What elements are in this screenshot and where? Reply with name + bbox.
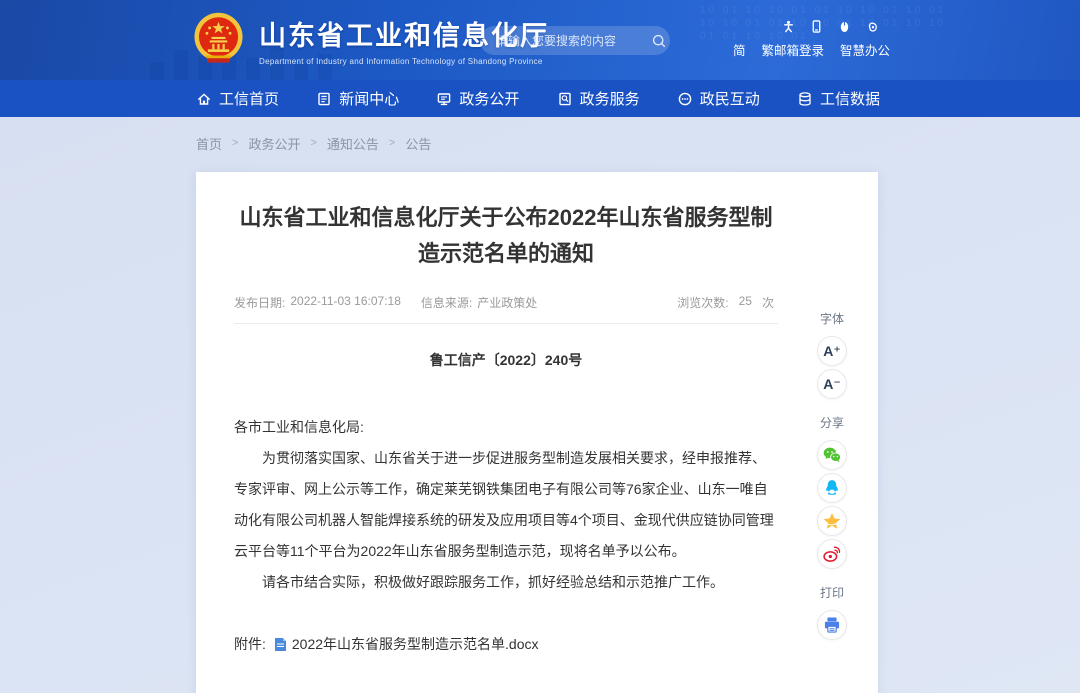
national-emblem-icon xyxy=(190,11,247,68)
breadcrumb-notices[interactable]: 通知公告 xyxy=(327,134,379,153)
source-value: 产业政策处 xyxy=(477,294,537,311)
weibo-icon xyxy=(822,544,842,564)
attachment-label: 附件: xyxy=(234,634,266,654)
share-label: 分享 xyxy=(820,414,844,431)
breadcrumb: 首页 > 政务公开 > 通知公告 > 公告 xyxy=(196,133,1080,153)
home-icon xyxy=(196,91,212,107)
nav-label: 工信数据 xyxy=(820,88,880,109)
nav-label: 工信首页 xyxy=(219,88,279,109)
breadcrumb-separator: > xyxy=(310,137,316,149)
service-icon xyxy=(557,91,573,107)
attachment-row: 附件: 2022年山东省服务型制造示范名单.docx xyxy=(234,634,778,654)
monitor-icon xyxy=(436,91,452,107)
share-weibo-button[interactable] xyxy=(817,539,847,569)
nav-item-interaction[interactable]: 政民互动 xyxy=(677,88,760,109)
nav-label: 政务公开 xyxy=(459,88,519,109)
header-utilities: 简 繁 邮箱登录 智慧办公 xyxy=(733,20,881,59)
lang-traditional[interactable]: 繁 xyxy=(762,40,775,59)
views-label: 浏览次数: xyxy=(677,294,728,311)
nav-label: 新闻中心 xyxy=(339,88,399,109)
news-icon xyxy=(316,91,332,107)
share-qzone-button[interactable] xyxy=(817,506,847,536)
hand-icon[interactable] xyxy=(866,20,879,33)
font-increase-button[interactable]: A⁺ xyxy=(817,336,847,366)
chat-icon xyxy=(677,91,693,107)
salutation: 各市工业和信息化局: xyxy=(234,412,778,443)
wechat-icon xyxy=(822,445,842,465)
nav-item-gov-disclosure[interactable]: 政务公开 xyxy=(436,88,519,109)
share-qq-button[interactable] xyxy=(817,473,847,503)
qq-icon xyxy=(822,478,842,498)
nav-item-home[interactable]: 工信首页 xyxy=(196,88,279,109)
breadcrumb-announcement[interactable]: 公告 xyxy=(405,134,431,153)
document-number: 鲁工信产〔2022〕240号 xyxy=(234,350,778,370)
article-title: 山东省工业和信息化厅关于公布2022年山东省服务型制造示范名单的通知 xyxy=(234,200,778,272)
divider xyxy=(234,323,778,324)
mouse-icon[interactable] xyxy=(838,20,851,33)
lang-simplified[interactable]: 简 xyxy=(733,40,746,59)
page: 10 01 10 10 01 01 10 10 01 10 01 10 10 0… xyxy=(0,0,1080,693)
search-input[interactable] xyxy=(496,34,651,48)
font-decrease-button[interactable]: A⁻ xyxy=(817,369,847,399)
publish-date-value: 2022-11-03 16:07:18 xyxy=(290,294,401,311)
nav-item-gov-services[interactable]: 政务服务 xyxy=(557,88,640,109)
accessibility-icon[interactable] xyxy=(782,20,795,33)
site-header: 10 01 10 10 01 01 10 10 01 10 01 10 10 0… xyxy=(0,0,1080,80)
nav-label: 政务服务 xyxy=(580,88,640,109)
mail-login-link[interactable]: 邮箱登录 xyxy=(774,40,824,59)
print-label: 打印 xyxy=(820,584,844,601)
tool-rail: 字体 A⁺ A⁻ 分享 xyxy=(800,310,864,643)
site-name-en: Department of Industry and Information T… xyxy=(259,57,549,66)
search-icon[interactable] xyxy=(651,33,667,49)
breadcrumb-separator: > xyxy=(389,137,395,149)
paragraph: 为贯彻落实国家、山东省关于进一步促进服务型制造发展相关要求，经申报推荐、专家评审… xyxy=(234,443,778,567)
nav-item-data[interactable]: 工信数据 xyxy=(797,88,880,109)
font-size-label: 字体 xyxy=(820,310,844,327)
print-button[interactable] xyxy=(817,610,847,640)
printer-icon xyxy=(822,615,842,635)
database-icon xyxy=(797,91,813,107)
mobile-icon[interactable] xyxy=(810,20,823,33)
attachment-link[interactable]: 2022年山东省服务型制造示范名单.docx xyxy=(292,634,539,654)
article-body: 各市工业和信息化局: 为贯彻落实国家、山东省关于进一步促进服务型制造发展相关要求… xyxy=(234,412,778,598)
doc-file-icon xyxy=(274,637,287,652)
share-wechat-button[interactable] xyxy=(817,440,847,470)
paragraph: 请各市结合实际，积极做好跟踪服务工作，抓好经验总结和示范推广工作。 xyxy=(234,567,778,598)
article-meta: 发布日期: 2022-11-03 16:07:18 信息来源: 产业政策处 浏览… xyxy=(234,294,778,311)
breadcrumb-gov-disclosure[interactable]: 政务公开 xyxy=(248,134,300,153)
views-count: 25 xyxy=(739,294,752,311)
breadcrumb-home[interactable]: 首页 xyxy=(196,134,222,153)
smart-office-link[interactable]: 智慧办公 xyxy=(840,40,890,59)
page-body: 首页 > 政务公开 > 通知公告 > 公告 山东省工业和信息化厅关于公布2022… xyxy=(0,117,1080,693)
publish-date-label: 发布日期: xyxy=(234,294,285,311)
qzone-star-icon xyxy=(822,511,842,531)
source-label: 信息来源: xyxy=(421,294,472,311)
breadcrumb-separator: > xyxy=(232,137,238,149)
nav-label: 政民互动 xyxy=(700,88,760,109)
search-box[interactable] xyxy=(480,26,670,55)
nav-item-news[interactable]: 新闻中心 xyxy=(316,88,399,109)
views-unit: 次 xyxy=(762,294,774,311)
main-nav: 工信首页 新闻中心 政务公开 xyxy=(0,80,1080,117)
article-card: 山东省工业和信息化厅关于公布2022年山东省服务型制造示范名单的通知 发布日期:… xyxy=(196,172,878,693)
